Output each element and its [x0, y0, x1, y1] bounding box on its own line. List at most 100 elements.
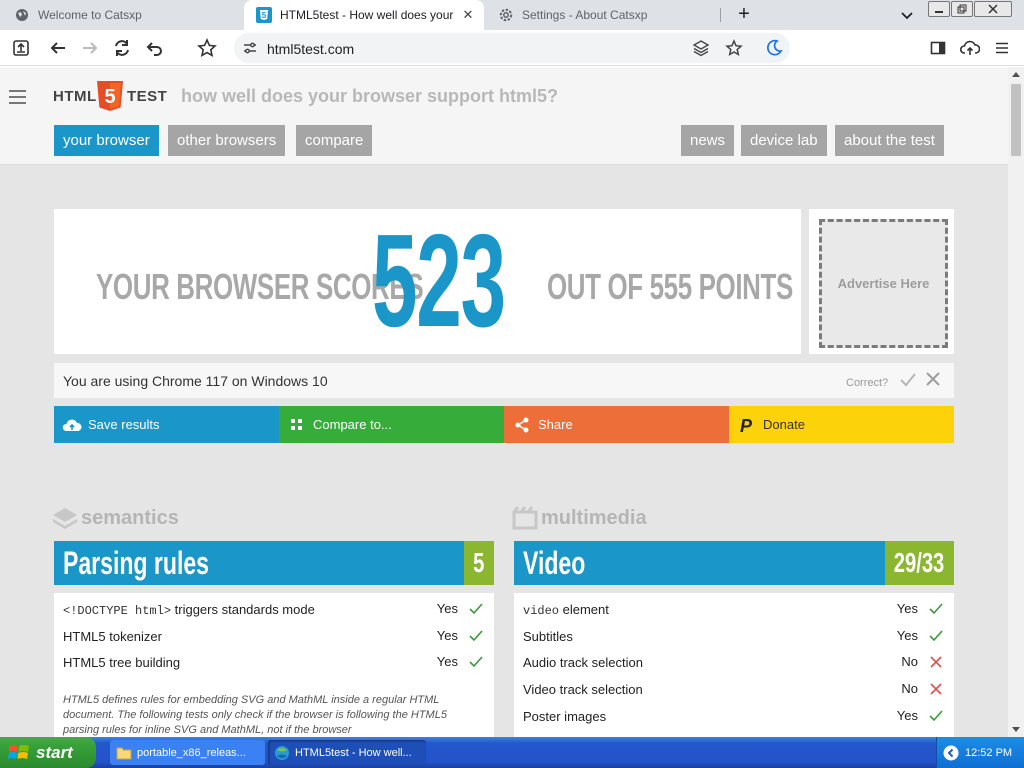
- donate-label: Donate: [763, 417, 805, 432]
- restore-button[interactable]: [951, 1, 973, 17]
- tray-expand-icon[interactable]: [943, 745, 959, 761]
- clapperboard-icon: [512, 505, 538, 531]
- tab-welcome[interactable]: Welcome to Catsxp: [2, 0, 242, 30]
- share-button[interactable]: Share: [504, 406, 729, 443]
- tab-settings[interactable]: Settings - About Catsxp: [486, 0, 720, 30]
- layers-icon[interactable]: [692, 39, 710, 57]
- tab-html5test[interactable]: 5 HTML5test - How well does your bro ✕: [244, 0, 484, 30]
- donate-button[interactable]: P Donate: [729, 406, 954, 443]
- multimedia-heading-label: multimedia: [541, 506, 647, 529]
- row-label: Video track selection: [523, 682, 643, 697]
- semantics-heading: semantics: [52, 504, 179, 532]
- tab-separator: [720, 8, 721, 22]
- logo-text-test[interactable]: TEST: [127, 88, 167, 105]
- nav-other-browsers[interactable]: other browsers: [168, 125, 286, 156]
- reload-icon[interactable]: [110, 36, 134, 60]
- scroll-up-arrow-icon[interactable]: [1012, 72, 1020, 77]
- list-item[interactable]: video element Yes: [523, 599, 945, 621]
- logo-text-html[interactable]: HTML: [53, 88, 97, 105]
- taskbar-item-browser[interactable]: HTML5test - How well...: [268, 740, 426, 765]
- semantics-heading-label: semantics: [81, 506, 179, 529]
- pass-check-icon: [469, 655, 483, 669]
- confirm-check-icon[interactable]: [899, 372, 917, 388]
- html5-shield-logo-icon[interactable]: 5: [96, 81, 124, 111]
- undo-icon[interactable]: [142, 36, 166, 60]
- windows-flag-icon: [8, 743, 30, 763]
- row-label: triggers standards mode: [171, 602, 315, 617]
- back-arrow-icon[interactable]: [46, 36, 70, 60]
- taskbar-item-explorer[interactable]: portable_x86_releas...: [110, 740, 265, 765]
- close-window-button[interactable]: [974, 1, 1012, 17]
- cloud-sync-icon[interactable]: [958, 36, 982, 60]
- tab-search-chevron-icon[interactable]: [898, 6, 916, 24]
- row-label: Audio track selection: [523, 655, 643, 670]
- scroll-down-arrow-icon[interactable]: [1012, 727, 1020, 732]
- parsing-rules-header: Parsing rules 5: [54, 541, 494, 585]
- share-icon: [512, 415, 532, 435]
- taskbar-item-label: HTML5test - How well...: [295, 746, 412, 759]
- score-suffix: OUT OF 555 POINTS: [547, 266, 793, 307]
- sidebar-icon[interactable]: [926, 36, 950, 60]
- row-label: Subtitles: [523, 629, 573, 644]
- page-scrollbar[interactable]: [1008, 67, 1024, 737]
- pass-check-icon: [929, 602, 943, 616]
- row-result: Yes: [896, 628, 918, 643]
- start-label: start: [36, 742, 73, 762]
- user-agent-bar: You are using Chrome 117 on Windows 10 C…: [54, 363, 954, 398]
- url-text[interactable]: html5test.com: [267, 41, 354, 57]
- nav-news[interactable]: news: [681, 125, 735, 156]
- svg-text:5: 5: [262, 11, 267, 20]
- nav-about-the-test[interactable]: about the test: [835, 125, 944, 156]
- nav-device-lab[interactable]: device lab: [741, 125, 827, 156]
- paypal-icon: P: [737, 415, 757, 435]
- compare-to-button[interactable]: Compare to...: [279, 406, 504, 443]
- site-header: HTML 5 TEST how well does your browser s…: [0, 67, 1008, 165]
- dark-mode-moon-icon[interactable]: [765, 39, 783, 57]
- save-results-label: Save results: [88, 417, 160, 432]
- list-item[interactable]: Video track selection No: [523, 679, 945, 701]
- list-item[interactable]: Subtitles Yes: [523, 626, 945, 648]
- reject-x-icon[interactable]: [925, 371, 941, 387]
- advertise-link[interactable]: Advertise Here: [819, 219, 948, 348]
- nav-compare[interactable]: compare: [296, 125, 373, 156]
- video-title: Video: [523, 545, 586, 581]
- star-icon[interactable]: [725, 39, 743, 57]
- row-result: No: [901, 654, 918, 669]
- save-results-button[interactable]: Save results: [54, 406, 279, 443]
- row-result: No: [901, 681, 918, 696]
- address-bar[interactable]: html5test.com: [234, 33, 790, 63]
- pass-check-icon: [929, 629, 943, 643]
- home-upload-icon[interactable]: [9, 36, 33, 60]
- row-result: Yes: [436, 628, 458, 643]
- pass-check-icon: [469, 629, 483, 643]
- minimize-button[interactable]: [928, 1, 950, 17]
- page-viewport: HTML 5 TEST how well does your browser s…: [0, 67, 1008, 737]
- site-info-icon[interactable]: [242, 40, 258, 56]
- grid-icon: [287, 415, 307, 435]
- gear-icon: [498, 7, 514, 23]
- hamburger-menu-icon[interactable]: [9, 90, 26, 104]
- list-item[interactable]: HTML5 tokenizer Yes: [63, 626, 485, 648]
- cloud-upload-icon: [62, 415, 82, 435]
- menu-icon[interactable]: [990, 36, 1014, 60]
- tab-title: Settings - About Catsxp: [522, 8, 648, 22]
- parsing-rules-score: 5: [473, 547, 485, 578]
- video-header: Video 29/33: [514, 541, 954, 585]
- list-item[interactable]: HTML5 tree building Yes: [63, 652, 485, 674]
- start-button[interactable]: start: [0, 737, 96, 768]
- tab-title: Welcome to Catsxp: [38, 8, 142, 22]
- forward-arrow-icon[interactable]: [78, 36, 102, 60]
- list-item[interactable]: Audio track selection No: [523, 652, 945, 674]
- list-item[interactable]: <!DOCTYPE html> triggers standards mode …: [63, 599, 485, 621]
- score-value: 523: [372, 207, 506, 354]
- list-item[interactable]: Poster images Yes: [523, 706, 945, 728]
- close-tab-icon[interactable]: ✕: [460, 7, 476, 23]
- nav-your-browser[interactable]: your browser: [54, 125, 159, 156]
- scrollbar-thumb[interactable]: [1011, 84, 1021, 156]
- video-score: 29/33: [894, 547, 945, 578]
- clock[interactable]: 12:52 PM: [965, 747, 1012, 759]
- new-tab-button[interactable]: +: [734, 4, 754, 25]
- globe-icon: [14, 7, 30, 23]
- bookmark-star-icon[interactable]: [195, 36, 219, 60]
- row-label: Poster images: [523, 709, 607, 724]
